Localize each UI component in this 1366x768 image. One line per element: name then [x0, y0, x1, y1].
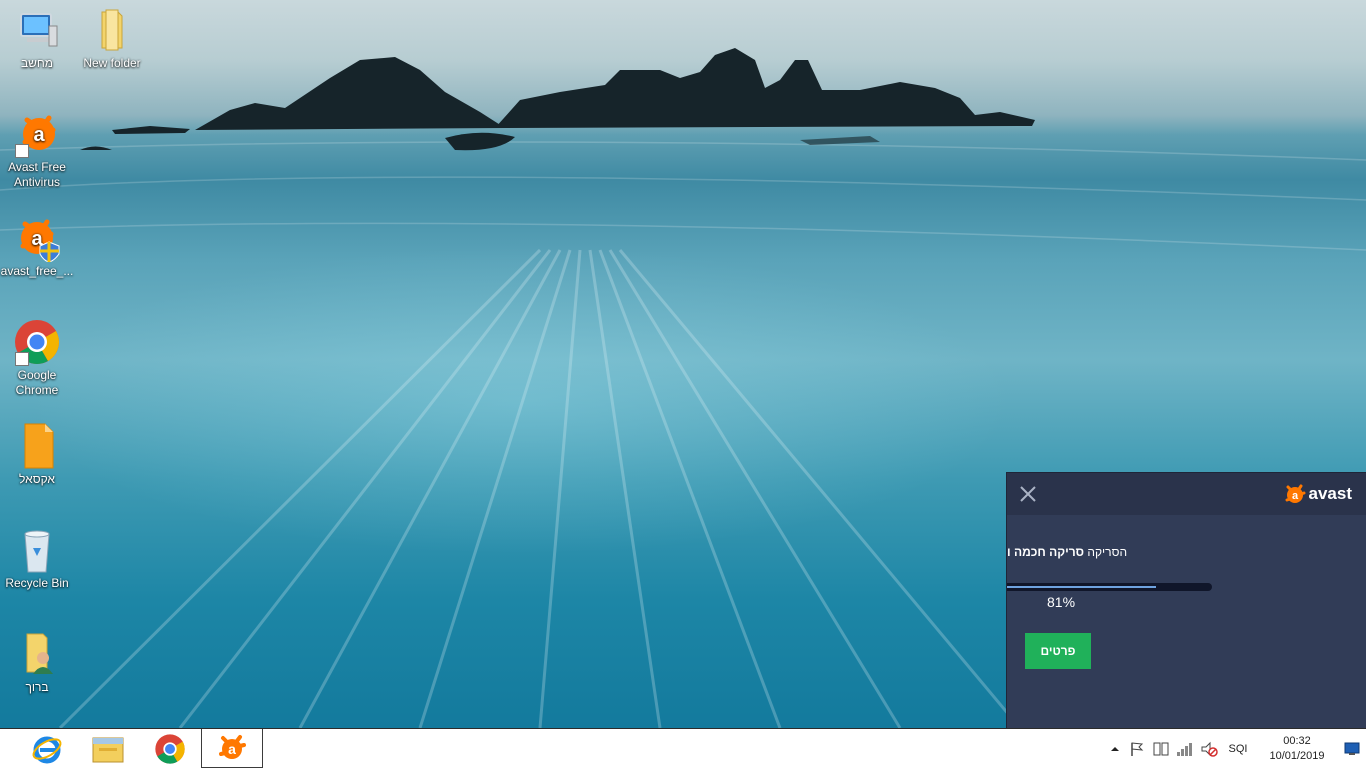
signal-bars-icon: [1177, 742, 1192, 756]
desktop-icon-label: Recycle Bin: [5, 576, 69, 590]
recycle-bin-icon: [13, 526, 61, 574]
avast-icon: a: [219, 735, 246, 759]
desktop-icon-label: Avast Free Antivirus: [8, 160, 66, 189]
show-hidden-icons-button[interactable]: [1106, 729, 1124, 768]
volume-muted-icon: [1201, 741, 1218, 757]
excel-file-icon: [13, 422, 61, 470]
folder-icon: [88, 6, 136, 54]
scan-progress-percent: 81%: [1047, 594, 1076, 610]
desktop-icon-user-folder[interactable]: ברוך: [0, 630, 74, 695]
scan-status-text: הסריקה סריקה חכמה ו: [1007, 545, 1127, 559]
clock[interactable]: 00:32 10/01/2019: [1258, 729, 1336, 768]
desktop-icon-label: New folder: [83, 56, 141, 70]
desktop-icon-recycle-bin[interactable]: Recycle Bin: [0, 526, 74, 591]
taskbar-google-chrome[interactable]: [139, 729, 201, 768]
shortcut-arrow-icon: [15, 352, 29, 366]
avast-logo: a avast: [1284, 482, 1352, 506]
avast-brand-text: avast: [1308, 484, 1352, 503]
desktop-icon-label: avast_free_...: [0, 264, 74, 278]
network-devices[interactable]: [1150, 729, 1172, 768]
system-tray: SQI 00:32 10/01/2019: [1106, 729, 1366, 768]
volume-muted[interactable]: [1198, 729, 1220, 768]
user-folder-icon: [13, 630, 61, 678]
desktop-icon-avast-free-antivirus[interactable]: a Avast Free Antivirus: [0, 110, 74, 190]
action-center-flag[interactable]: [1126, 729, 1148, 768]
details-button[interactable]: פרטים: [1025, 633, 1091, 669]
scan-progress-fill: [1007, 586, 1156, 588]
clock-time: 00:32: [1283, 734, 1311, 747]
desktop-icon-label: Google Chrome: [15, 368, 59, 397]
desktop-icon-excel-file[interactable]: אקסאל: [0, 422, 74, 487]
svg-text:a: a: [1291, 490, 1298, 502]
avast-popup-header: a avast: [1007, 473, 1366, 515]
scan-name: סריקה חכמה ו: [1007, 545, 1085, 559]
network-icon: [1153, 742, 1169, 755]
taskbar: a SQI 00:32 10/01/2019: [0, 728, 1366, 768]
language-indicator: SQI: [1228, 742, 1248, 755]
computer-icon: [13, 6, 61, 54]
scan-progress-bar: [1007, 583, 1212, 591]
chrome-icon: [13, 318, 61, 366]
ie-icon: [32, 736, 62, 763]
notification-icon: [1344, 742, 1360, 755]
file-explorer-icon: [92, 737, 124, 762]
input-language[interactable]: SQI: [1224, 729, 1252, 768]
chrome-icon: [155, 733, 185, 764]
avast-logo-icon: a: [1285, 484, 1306, 503]
scan-prefix: הסריקה: [1087, 545, 1128, 559]
chevron-up-icon: [1111, 746, 1119, 751]
clock-date: 10/01/2019: [1269, 749, 1325, 762]
close-icon[interactable]: [1017, 483, 1039, 505]
svg-text:a: a: [33, 124, 45, 146]
desktop-icon-label: אקסאל: [19, 472, 55, 486]
flag-icon: [1131, 741, 1144, 756]
avast-notification-popup: a avast הסריקה סריקה חכמה ו 81% פרטים: [1006, 472, 1366, 728]
desktop-icon-new-folder[interactable]: New folder: [75, 6, 149, 71]
desktop-icon-computer[interactable]: מחשב: [0, 6, 74, 71]
avast-icon: a: [13, 110, 61, 158]
desktop-icon-label: ברוך: [25, 680, 49, 694]
avast-installer-icon: a: [13, 214, 61, 263]
taskbar-file-explorer[interactable]: [77, 729, 139, 768]
svg-text:a: a: [228, 741, 236, 757]
desktop-icon-label: מחשב: [20, 56, 54, 70]
show-desktop-button[interactable]: [1342, 729, 1362, 768]
desktop-icon-google-chrome[interactable]: Google Chrome: [0, 318, 74, 398]
shortcut-arrow-icon: [15, 144, 29, 158]
taskbar-avast[interactable]: a: [201, 729, 263, 768]
desktop-icon-avast-installer[interactable]: a avast_free_...: [0, 214, 74, 279]
taskbar-internet-explorer[interactable]: [16, 729, 78, 768]
signal-strength[interactable]: [1174, 729, 1196, 768]
